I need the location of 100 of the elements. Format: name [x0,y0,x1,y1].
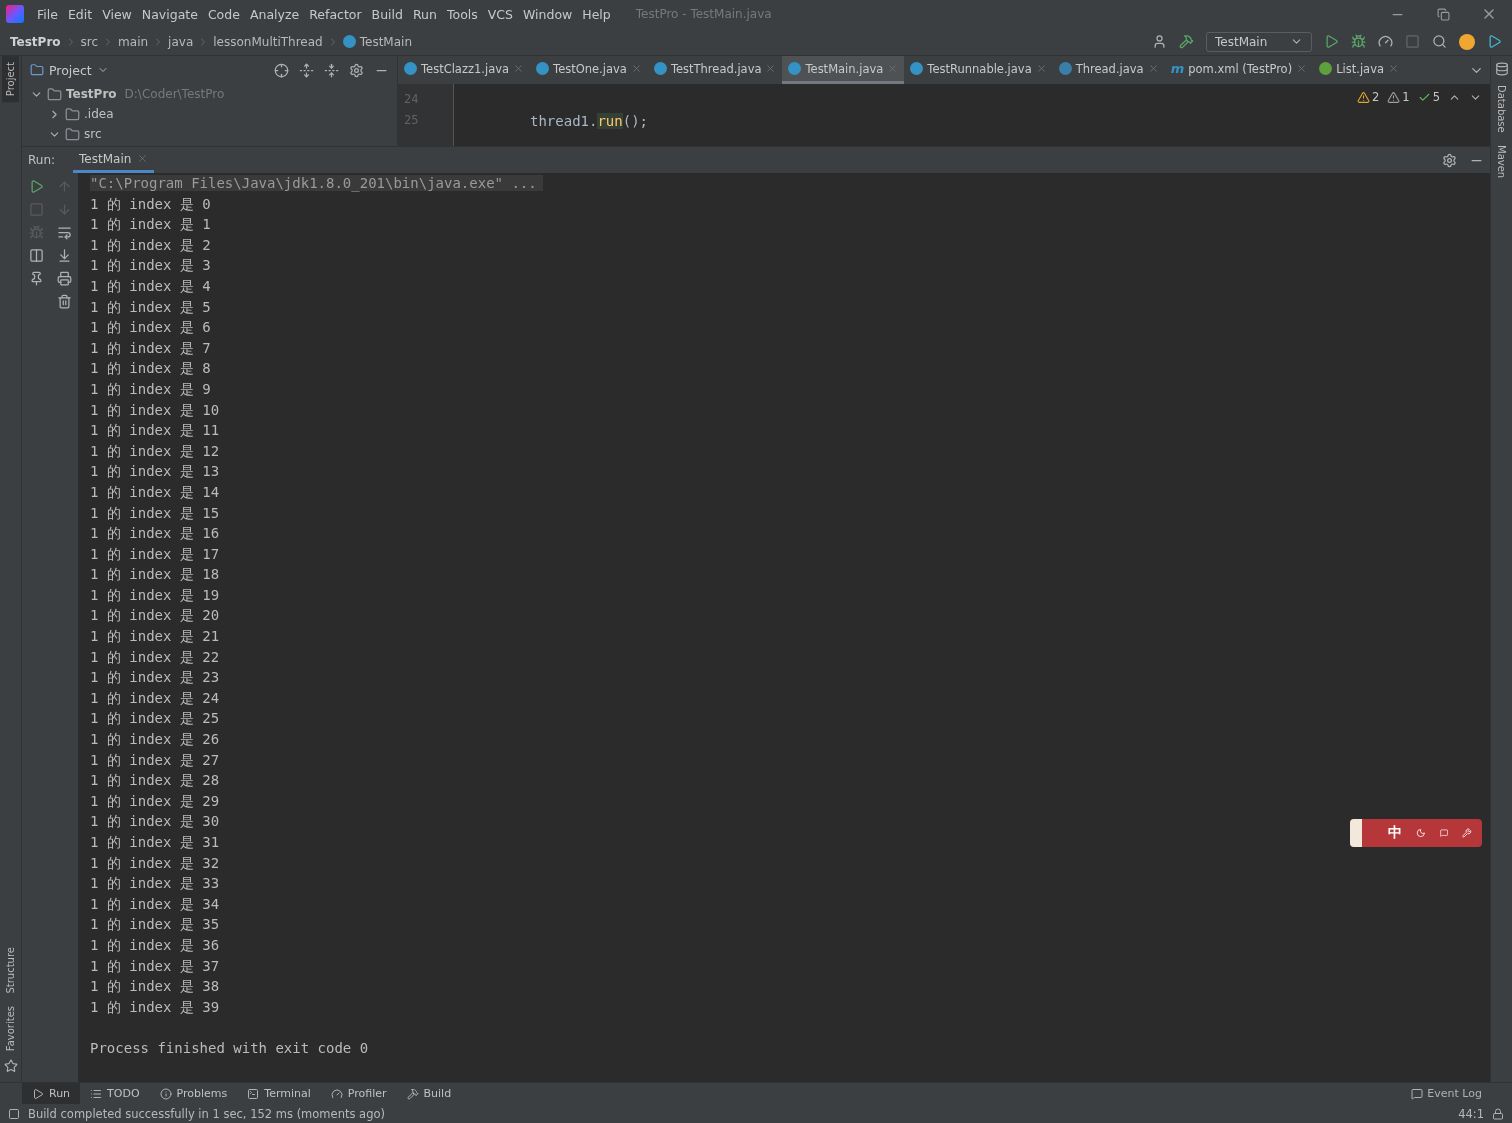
menu-item[interactable]: Code [202,6,245,22]
menu-item[interactable]: View [97,6,137,22]
print-icon[interactable] [56,271,72,286]
structure-tool-button[interactable]: Structure [2,941,19,1000]
console-output: 1 的 index 是 36 [90,936,220,953]
close-icon[interactable] [137,153,149,164]
app-logo [6,5,24,23]
menu-item[interactable]: Window [518,6,578,22]
breadcrumb[interactable]: TestPro [10,34,61,49]
editor-tab[interactable]: TestThread.java [647,56,783,84]
inspection-count[interactable]: 5 [1417,90,1440,104]
wrench-icon[interactable] [1462,826,1472,840]
editor-tab[interactable]: m pom.xml (TestPro) [1164,56,1314,84]
hammer-icon[interactable] [1179,34,1194,49]
console-output: 1 的 index 是 7 [90,339,211,356]
project-tool-button[interactable]: Project [2,56,19,103]
breadcrumb[interactable]: lessonMultiThread [213,34,323,49]
window-title: TestPro - TestMain.java [635,7,773,21]
console-output: 1 的 index 是 37 [90,957,220,974]
settings-icon[interactable] [1442,152,1457,168]
close-icon[interactable] [630,63,642,74]
database-tool-button[interactable]: Database [1493,79,1510,139]
event-log-button[interactable]: Event Log [1411,1087,1482,1100]
menu-item[interactable]: VCS [482,6,518,22]
tool-window-button[interactable]: Problems [149,1082,238,1105]
run-icon[interactable] [1324,34,1339,49]
gauge-icon [330,1087,343,1100]
user-icon[interactable] [1152,34,1167,49]
terminal-icon [247,1087,260,1100]
run-config-dropdown[interactable]: TestMain [1206,31,1312,52]
project-view-dropdown[interactable]: Project [30,62,109,78]
maven-tool-button[interactable]: Maven [1493,138,1510,184]
menu-item[interactable]: Help [577,6,616,22]
ime-logo [1350,819,1363,847]
menu-item[interactable]: Navigate [136,6,203,22]
menu-item[interactable]: Refactor [304,6,367,22]
close-icon[interactable] [1035,63,1047,74]
moon-icon[interactable] [1416,826,1427,840]
layout-icon[interactable] [28,248,44,263]
input-mode-toggle[interactable]: 中 [1388,824,1403,842]
menu-item[interactable]: Analyze [244,6,305,22]
folder-icon [30,63,44,77]
menu-item[interactable]: File [32,6,63,22]
collapse-all-icon[interactable] [324,62,339,78]
console-output: 1 的 index 是 18 [90,566,220,583]
breadcrumb[interactable]: src [80,34,99,49]
trash-icon[interactable] [56,294,72,309]
console-output: 1 的 index 是 14 [90,483,220,500]
console-output: 1 的 index 是 30 [90,813,220,830]
console-output: 1 的 index 是 29 [90,792,220,809]
inspection-count[interactable]: 1 [1387,90,1410,104]
settings-icon[interactable] [349,62,364,78]
wrap-icon[interactable] [56,225,72,240]
breadcrumb[interactable]: TestMain [359,34,412,49]
close-icon[interactable] [1147,63,1159,74]
tool-window-button[interactable]: TODO [80,1082,150,1105]
pin-icon[interactable] [28,271,44,286]
locate-icon[interactable] [274,62,289,78]
editor-tab[interactable]: TestRunnable.java [904,56,1053,84]
restore-icon[interactable] [1436,7,1450,21]
project-path: D:\Coder\TestPro [124,87,225,101]
tree-item[interactable]: src [84,127,102,141]
inspection-count[interactable]: 2 [1357,90,1380,104]
close-icon[interactable] [1296,63,1308,74]
star-icon [3,1059,18,1073]
menu-item[interactable]: Run [408,6,442,22]
tree-item[interactable]: .idea [84,107,114,121]
console-output: 1 的 index 是 17 [90,545,220,562]
tool-window-button[interactable]: Profiler [320,1082,397,1105]
editor-tab[interactable]: List.java [1313,56,1405,84]
expand-all-icon[interactable] [299,62,314,78]
class-icon [910,62,924,75]
menu-item[interactable]: Edit [62,6,98,22]
editor-tab[interactable]: Thread.java [1052,56,1165,84]
tool-window-button[interactable]: Build [396,1082,462,1105]
caret-position[interactable]: 44:1 [1458,1106,1484,1121]
console-output: 1 的 index 是 31 [90,834,220,850]
tool-window-button[interactable]: Terminal [237,1082,321,1105]
console-output: 1 的 index 是 21 [90,628,220,645]
menu-item[interactable]: Tools [441,6,483,22]
debug-icon[interactable] [1351,34,1366,49]
menu-item[interactable]: Build [366,6,408,22]
favorites-tool-button[interactable]: Favorites [2,999,19,1057]
rerun-icon[interactable] [28,179,44,194]
warning-icon [1357,90,1370,104]
breadcrumb[interactable]: main [118,34,149,49]
editor-tab[interactable]: TestOne.java [530,56,648,84]
close-icon[interactable] [765,63,777,74]
editor-tab[interactable]: TestClazz1.java [398,56,531,84]
tool-window-button[interactable]: Run [22,1082,81,1105]
console-output: 1 的 index 是 32 [90,854,220,871]
breadcrumb[interactable]: java [168,34,194,49]
database-icon [1494,62,1509,76]
editor-tab[interactable]: TestMain.java [782,56,905,84]
close-icon[interactable] [513,63,525,74]
close-icon[interactable] [1388,63,1399,74]
tree-item[interactable]: TestPro [66,87,117,101]
update-icon[interactable] [1459,33,1475,50]
play-icon [32,1087,44,1100]
search-icon[interactable] [1432,34,1447,49]
